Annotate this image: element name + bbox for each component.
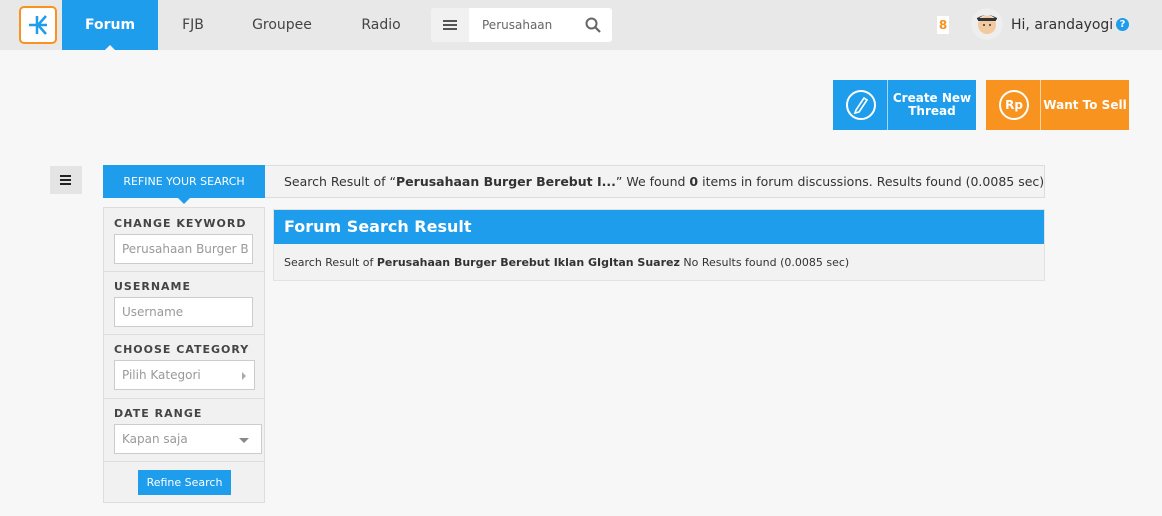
results-panel: Forum Search Result Search Result of Per… <box>273 209 1045 281</box>
category-section: CHOOSE CATEGORY Pilih Kategori <box>104 335 264 399</box>
top-search-box: Perusahaan B <box>431 8 612 42</box>
top-navbar: Forum FJB Groupee Radio Perusahaan B 8 H… <box>0 0 1162 51</box>
filter-panel: CHANGE KEYWORD Perusahaan Burger B USERN… <box>103 207 265 503</box>
chevron-down-icon <box>239 438 249 443</box>
avatar[interactable] <box>971 8 1003 40</box>
category-label: CHOOSE CATEGORY <box>114 343 250 356</box>
create-thread-label: Create New Thread <box>892 91 972 118</box>
want-to-sell-button[interactable]: Rp Want To Sell <box>986 80 1129 130</box>
keyword-label: CHANGE KEYWORD <box>114 217 247 230</box>
category-select[interactable]: Pilih Kategori <box>114 360 255 390</box>
chevron-right-icon <box>242 372 246 380</box>
refine-search-button[interactable]: Refine Search <box>138 470 231 495</box>
refine-search-tab[interactable]: REFINE YOUR SEARCH <box>103 165 265 204</box>
nav-forum-label: Forum <box>84 17 136 33</box>
date-range-select[interactable]: Kapan saja <box>114 424 262 454</box>
logo-k-icon <box>29 15 47 35</box>
date-label: DATE RANGE <box>114 407 203 420</box>
create-thread-button[interactable]: Create New Thread <box>833 80 976 130</box>
nav-fjb-label: FJB <box>182 17 204 33</box>
kaskus-logo[interactable] <box>19 6 57 44</box>
date-section: DATE RANGE Kapan saja <box>104 399 264 462</box>
results-title: Forum Search Result <box>274 210 1044 244</box>
help-icon[interactable]: ? <box>1116 18 1129 31</box>
user-greeting[interactable]: Hi, arandayogi <box>1011 0 1113 50</box>
search-result-summary: Search Result of “Perusahaan Burger Bere… <box>284 174 1045 189</box>
nav-radio[interactable]: Radio <box>340 0 422 50</box>
results-message: Search Result of Perusahaan Burger Bereb… <box>284 256 850 269</box>
notification-badge[interactable]: 8 <box>937 16 949 34</box>
active-caret <box>104 45 116 51</box>
avatar-image-icon <box>971 8 1003 40</box>
refine-search-bar: REFINE YOUR SEARCH Search Result of “Per… <box>103 165 1045 204</box>
keyword-input[interactable]: Perusahaan Burger B <box>114 234 253 264</box>
username-input[interactable]: Username <box>114 297 253 327</box>
want-to-sell-label: Want To Sell <box>1043 97 1127 112</box>
pencil-icon <box>846 90 876 120</box>
username-section: USERNAME Username <box>104 272 264 335</box>
keyword-section: CHANGE KEYWORD Perusahaan Burger B <box>104 208 264 272</box>
nav-forum[interactable]: Forum <box>62 0 158 51</box>
top-search-input[interactable]: Perusahaan B <box>482 8 557 42</box>
nav-groupee[interactable]: Groupee <box>236 0 328 50</box>
username-label: USERNAME <box>114 280 192 293</box>
nav-radio-label: Radio <box>361 17 401 33</box>
nav-groupee-label: Groupee <box>252 17 312 33</box>
rupiah-icon: Rp <box>999 90 1029 120</box>
search-menu-icon[interactable] <box>431 8 469 42</box>
nav-fjb[interactable]: FJB <box>158 0 228 50</box>
sidebar-toggle-icon[interactable] <box>50 166 82 194</box>
search-icon[interactable] <box>585 17 601 33</box>
